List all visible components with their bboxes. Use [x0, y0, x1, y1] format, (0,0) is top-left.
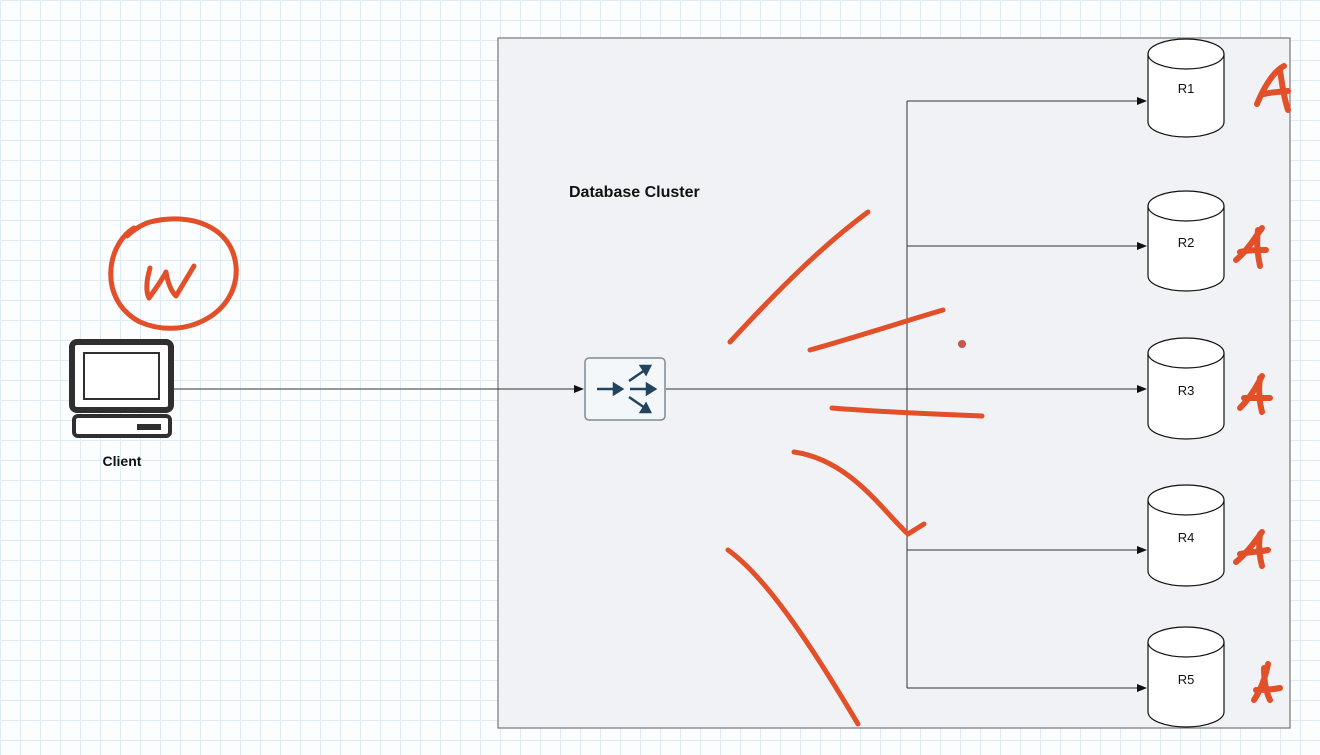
replica-label: R1 — [1178, 81, 1195, 96]
replica-label: R5 — [1178, 672, 1195, 687]
replica-r1[interactable]: R1 — [1147, 38, 1225, 138]
replica-r2[interactable]: R2 — [1147, 190, 1225, 292]
diagram-canvas: Database Cluster Client R1 R2 R3 R4 R5 — [69, 37, 1291, 729]
cluster-title: Database Cluster — [569, 184, 700, 201]
replica-label: R4 — [1178, 530, 1195, 545]
client-label: Client — [103, 453, 142, 469]
replica-label: R2 — [1178, 235, 1195, 250]
replica-label: R3 — [1178, 383, 1195, 398]
ink-dot — [958, 340, 966, 348]
replica-r5[interactable]: R5 — [1147, 626, 1225, 728]
desktop-computer-icon[interactable] — [69, 339, 174, 438]
load-balancer-icon[interactable] — [584, 357, 666, 421]
replica-r3[interactable]: R3 — [1147, 337, 1225, 440]
handwritten-w-annotation — [108, 216, 239, 331]
replica-r4[interactable]: R4 — [1147, 484, 1225, 587]
